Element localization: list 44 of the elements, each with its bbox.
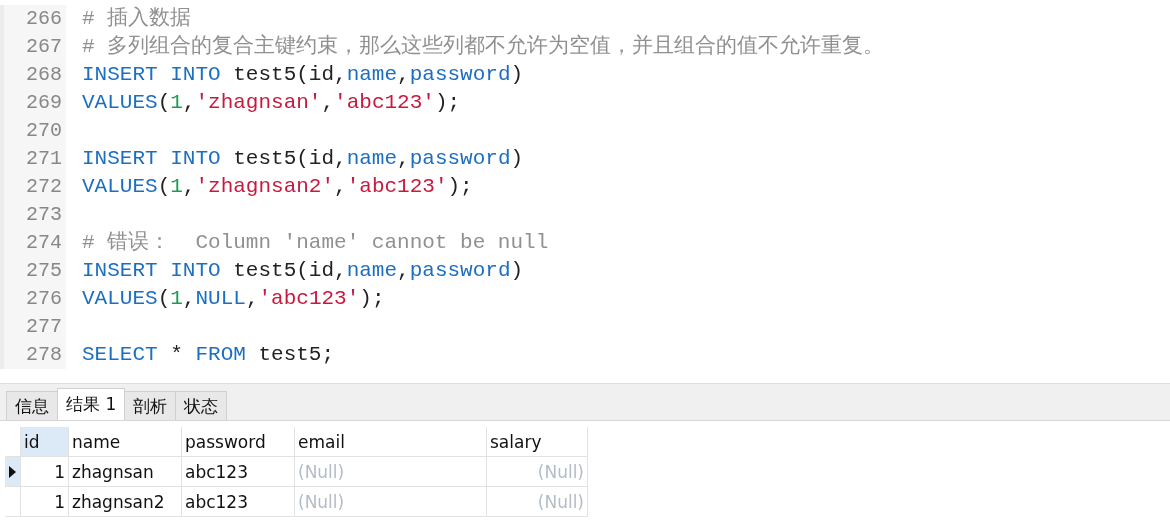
line-number: 274 (0, 229, 66, 257)
line-number: 269 (0, 89, 66, 117)
code-line: # 错误： Column 'name' cannot be null (81, 230, 549, 256)
line-number: 266 (0, 5, 66, 33)
line-number: 271 (0, 145, 66, 173)
line-number: 273 (0, 201, 66, 229)
line-number: 270 (0, 117, 66, 145)
code-line: INSERT INTO test5(id,name,password) (81, 62, 524, 88)
result-tab[interactable]: 状态 (175, 391, 228, 420)
table-cell: 1 (21, 457, 69, 487)
column-header[interactable]: password (182, 427, 295, 457)
line-number: 267 (0, 33, 66, 61)
result-tab[interactable]: 结果 1 (57, 388, 126, 420)
line-number: 277 (0, 313, 66, 341)
table-cell: (Null) (295, 457, 487, 487)
table-cell: zhagnsan2 (69, 487, 182, 517)
row-pointer-icon (9, 465, 16, 478)
line-number: 275 (0, 257, 66, 285)
table-cell: (Null) (487, 457, 588, 487)
column-header[interactable]: email (295, 427, 487, 457)
line-number: 278 (0, 341, 66, 369)
table-cell: 1 (21, 487, 69, 517)
code-line: VALUES(1,NULL,'abc123'); (81, 286, 385, 312)
column-header[interactable]: name (69, 427, 182, 457)
code-line: VALUES(1,'zhagnsan2','abc123'); (81, 174, 473, 200)
code-line: SELECT * FROM test5; (81, 342, 335, 368)
code-line: INSERT INTO test5(id,name,password) (81, 146, 524, 172)
code-line: VALUES(1,'zhagnsan','abc123'); (81, 90, 461, 116)
column-header[interactable]: salary (487, 427, 588, 457)
result-tab[interactable]: 剖析 (124, 391, 177, 420)
line-number: 276 (0, 285, 66, 313)
line-number: 268 (0, 61, 66, 89)
code-line: # 多列组合的复合主键约束，那么这些列都不允许为空值，并且组合的值不允许重复。 (81, 33, 885, 60)
table-cell: (Null) (487, 487, 588, 517)
table-cell: zhagnsan (69, 457, 182, 487)
row-selector[interactable] (5, 457, 21, 487)
table-cell: abc123 (182, 487, 295, 517)
column-header[interactable]: id (21, 427, 69, 457)
result-tab[interactable]: 信息 (6, 391, 58, 420)
line-number: 272 (0, 173, 66, 201)
code-line: # 插入数据 (81, 5, 192, 32)
table-cell: abc123 (182, 457, 295, 487)
table-cell: (Null) (295, 487, 487, 517)
code-line: INSERT INTO test5(id,name,password) (81, 258, 524, 284)
